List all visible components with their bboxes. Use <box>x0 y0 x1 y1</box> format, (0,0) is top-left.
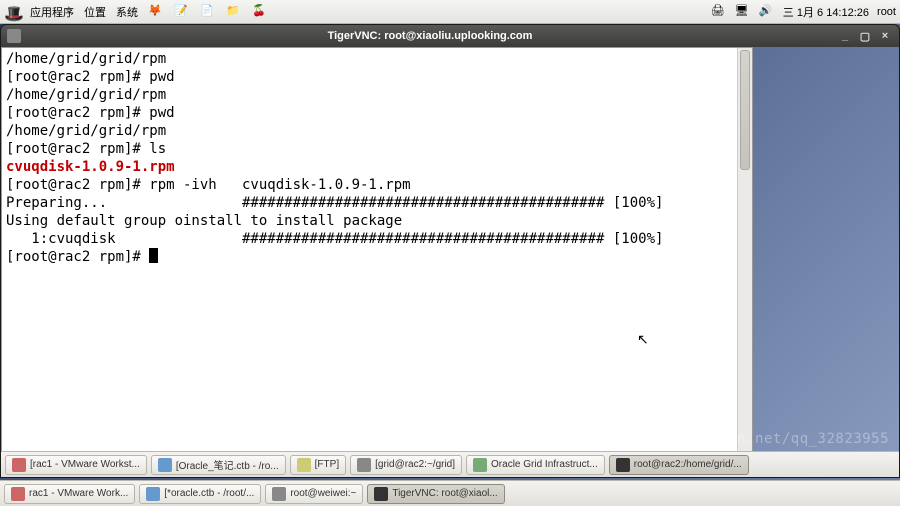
taskbar-button[interactable]: [rac1 - VMware Workst... <box>5 455 147 475</box>
doc-icon[interactable]: 📄 <box>200 4 216 20</box>
taskbar-label: root@rac2:/home/grid/... <box>634 459 742 470</box>
printer-icon[interactable]: 🖨 <box>711 4 727 20</box>
user-menu[interactable]: root <box>877 6 896 18</box>
menu-places[interactable]: 位置 <box>84 4 106 20</box>
terminal-line: [root@rac2 rpm]# pwd <box>6 104 733 122</box>
terminal-line: [root@rac2 rpm]# ls <box>6 140 733 158</box>
clock[interactable]: 三 1月 6 14:12:26 <box>783 4 869 20</box>
terminal-line: [root@rac2 rpm]# <box>6 248 733 266</box>
terminal-window: /home/grid/grid/rpm[root@rac2 rpm]# pwd/… <box>1 47 753 457</box>
taskbar-button[interactable]: Oracle Grid Infrastruct... <box>466 455 605 475</box>
terminal-line: /home/grid/grid/rpm <box>6 86 733 104</box>
terminal-line: /home/grid/grid/rpm <box>6 122 733 140</box>
terminal-scrollbar[interactable] <box>737 48 752 456</box>
terminal-line: [root@rac2 rpm]# pwd <box>6 68 733 86</box>
taskbar-app-icon <box>146 487 160 501</box>
taskbar-app-icon <box>272 487 286 501</box>
taskbar-label: [FTP] <box>315 459 339 470</box>
taskbar-button[interactable]: [*oracle.ctb - /root/... <box>139 484 261 504</box>
taskbar-app-icon <box>616 458 630 472</box>
terminal-line: 1:cvuqdisk #############################… <box>6 230 733 248</box>
taskbar-label: rac1 - VMware Work... <box>29 488 128 499</box>
maximize-button[interactable]: ▢ <box>857 30 873 43</box>
volume-icon[interactable]: 🔊 <box>759 4 775 20</box>
scrollbar-thumb[interactable] <box>740 50 750 170</box>
taskbar-label: [grid@rac2:~/grid] <box>375 459 455 470</box>
terminal-cursor <box>149 248 158 263</box>
vnc-title: TigerVNC: root@xiaoliu.uplooking.com <box>27 30 833 42</box>
taskbar-app-icon <box>297 458 311 472</box>
terminal-line: [root@rac2 rpm]# rpm -ivh cvuqdisk-1.0.9… <box>6 176 733 194</box>
vnc-window: TigerVNC: root@xiaoliu.uplooking.com _ ▢… <box>0 24 900 478</box>
vnc-app-icon <box>7 29 21 43</box>
note-icon[interactable]: 📝 <box>174 4 190 20</box>
taskbar-label: root@weiwei:~ <box>290 488 356 499</box>
distro-icon: 🎩 <box>4 4 20 20</box>
gnome-top-panel: 🎩 应用程序 位置 系统 🦊 📝 📄 📁 🍒 🖨 🖥 🔊 三 1月 6 14:1… <box>0 0 900 24</box>
remote-taskbar: [rac1 - VMware Workst... [Oracle_笔记.ctb -… <box>1 451 899 477</box>
remote-desktop: /home/grid/grid/rpm[root@rac2 rpm]# pwd/… <box>1 47 899 477</box>
terminal-line: Using default group oinstall to install … <box>6 212 733 230</box>
taskbar-label: [Oracle_笔记.ctb - /ro... <box>176 457 279 472</box>
taskbar-label: [rac1 - VMware Workst... <box>30 459 140 470</box>
terminal-body[interactable]: /home/grid/grid/rpm[root@rac2 rpm]# pwd/… <box>2 48 737 456</box>
taskbar-app-icon <box>374 487 388 501</box>
close-button[interactable]: × <box>877 30 893 42</box>
taskbar-button[interactable]: [grid@rac2:~/grid] <box>350 455 462 475</box>
taskbar-app-icon <box>473 458 487 472</box>
terminal-line: Preparing... ###########################… <box>6 194 733 212</box>
taskbar-app-icon <box>357 458 371 472</box>
cherry-icon[interactable]: 🍒 <box>252 4 268 20</box>
terminal-line: /home/grid/grid/rpm <box>6 50 733 68</box>
taskbar-label: Oracle Grid Infrastruct... <box>491 459 598 470</box>
host-taskbar: rac1 - VMware Work... [*oracle.ctb - /roo… <box>0 480 900 506</box>
firefox-icon[interactable]: 🦊 <box>148 4 164 20</box>
watermark-text: https://blog.csdn.net/qq_32823955 <box>594 431 889 447</box>
folder-icon[interactable]: 📁 <box>226 4 242 20</box>
menu-system[interactable]: 系统 <box>116 4 138 20</box>
terminal-line: cvuqdisk-1.0.9-1.rpm <box>6 158 733 176</box>
taskbar-label: TigerVNC: root@xiaol... <box>392 488 497 499</box>
mouse-cursor-icon: ↖ <box>637 331 649 348</box>
minimize-button[interactable]: _ <box>837 30 853 42</box>
taskbar-button[interactable]: root@weiwei:~ <box>265 484 363 504</box>
vnc-titlebar[interactable]: TigerVNC: root@xiaoliu.uplooking.com _ ▢… <box>1 25 899 47</box>
taskbar-button[interactable]: root@rac2:/home/grid/... <box>609 455 749 475</box>
taskbar-button[interactable]: [Oracle_笔记.ctb - /ro... <box>151 455 286 475</box>
taskbar-button[interactable]: TigerVNC: root@xiaol... <box>367 484 504 504</box>
menu-applications[interactable]: 应用程序 <box>30 4 74 20</box>
taskbar-button[interactable]: rac1 - VMware Work... <box>4 484 135 504</box>
taskbar-app-icon <box>12 458 26 472</box>
taskbar-label: [*oracle.ctb - /root/... <box>164 488 254 499</box>
taskbar-app-icon <box>11 487 25 501</box>
display-icon[interactable]: 🖥 <box>735 4 751 20</box>
taskbar-app-icon <box>158 458 172 472</box>
taskbar-button[interactable]: [FTP] <box>290 455 346 475</box>
